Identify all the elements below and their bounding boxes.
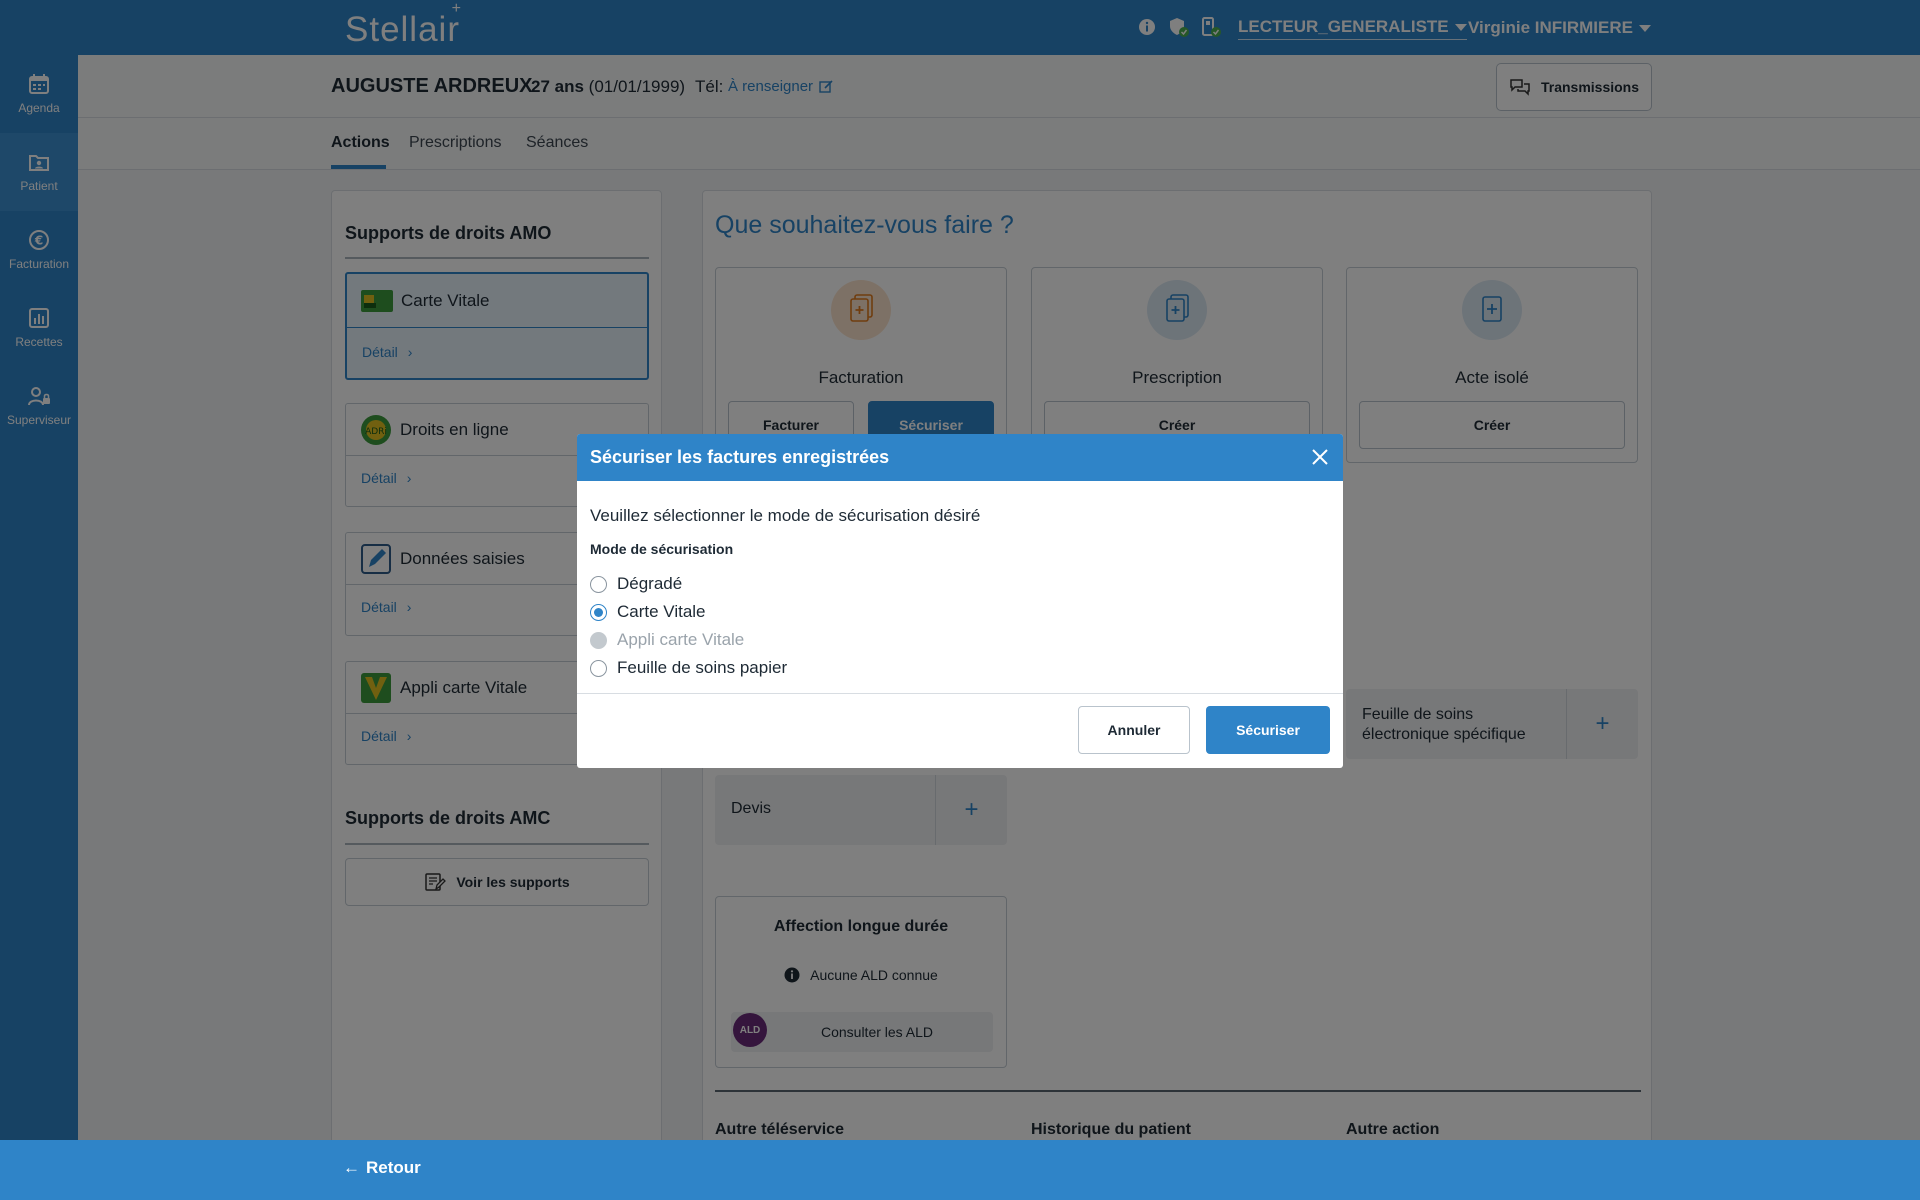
radio-degrade[interactable] (590, 575, 607, 593)
cancel-button[interactable]: Annuler (1078, 706, 1190, 754)
close-icon[interactable] (1307, 444, 1333, 470)
radio-appli-carte-vitale (590, 631, 607, 649)
divider (577, 693, 1343, 694)
option-degrade[interactable]: Dégradé (590, 574, 682, 594)
retour-button[interactable]: ← Retour (343, 1158, 421, 1178)
option-label: Appli carte Vitale (617, 630, 745, 649)
radio-feuille-papier[interactable] (590, 659, 607, 677)
modal-intro: Veuillez sélectionner le mode de sécuris… (590, 506, 981, 525)
option-appli-carte-vitale: Appli carte Vitale (590, 630, 744, 650)
option-carte-vitale[interactable]: Carte Vitale (590, 602, 706, 622)
bottom-bar: ← Retour (0, 1140, 1920, 1200)
modal-header: Sécuriser les factures enregistrées (577, 434, 1343, 481)
securiser-modal: Sécuriser les factures enregistrées Veui… (577, 434, 1343, 768)
arrow-left-icon: ← (343, 1158, 360, 1177)
radio-carte-vitale[interactable] (590, 603, 607, 621)
option-label: Feuille de soins papier (617, 658, 788, 677)
retour-label: Retour (366, 1158, 421, 1177)
option-label: Carte Vitale (617, 602, 706, 621)
option-feuille-papier[interactable]: Feuille de soins papier (590, 658, 787, 678)
modal-title: Sécuriser les factures enregistrées (590, 447, 890, 467)
mode-legend: Mode de sécurisation (590, 541, 734, 557)
securiser-button[interactable]: Sécuriser (1206, 706, 1330, 754)
option-label: Dégradé (617, 574, 683, 593)
